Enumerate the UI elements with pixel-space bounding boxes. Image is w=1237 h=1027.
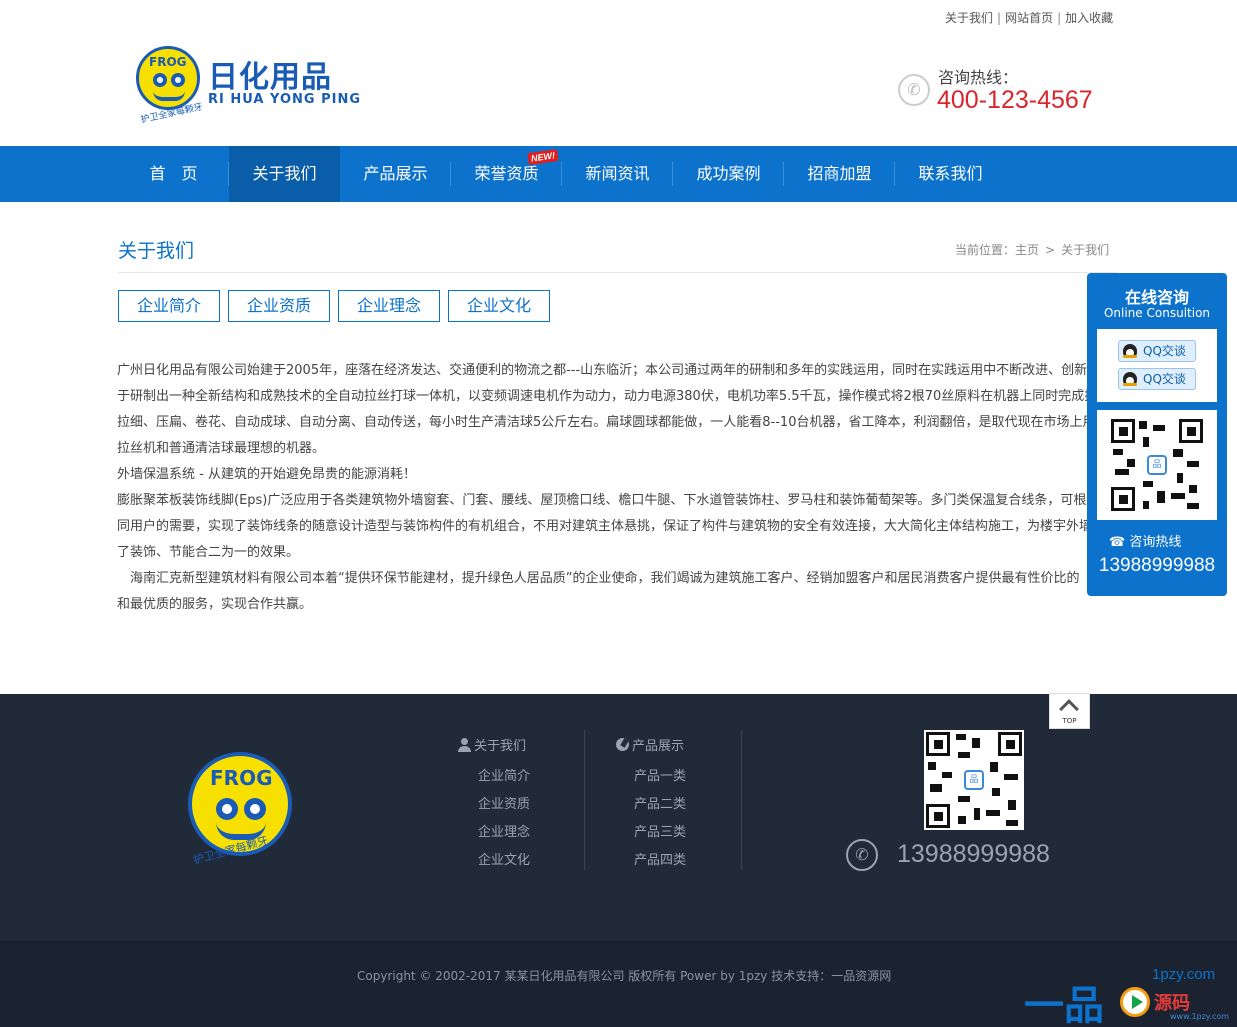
footer-link[interactable]: 企业理念 bbox=[478, 821, 530, 840]
content-line: 拉丝机和普通清洁球最理想的机器。 bbox=[117, 441, 326, 456]
about-content: 广州日化用品有限公司始建于2005年，座落在经济发达、交通便利的物流之都---山… bbox=[117, 358, 1097, 618]
phone-icon: ✆ bbox=[898, 74, 930, 106]
telephone-icon: ☎ bbox=[1109, 535, 1130, 550]
top-links: 关于我们 | 网站首页 | 加入收藏 bbox=[945, 9, 1113, 26]
title-divider bbox=[118, 272, 1118, 273]
content-line: 和最优质的服务，实现合作共赢。 bbox=[117, 597, 313, 612]
watermark-logo: 一品 1pzy.com 源码 www.1pzy.com bbox=[1020, 965, 1230, 1027]
header-hotline: ✆ 咨询热线： 400-123-4567 bbox=[898, 64, 1118, 124]
footer-qr-code-icon: 品 bbox=[924, 730, 1024, 830]
consult-subtitle: Online Consultion bbox=[1103, 306, 1211, 320]
online-consult-panel: 在线咨询 Online Consultion QQ交谈 QQ交谈 品 ☎ 咨询热… bbox=[1087, 273, 1227, 596]
footer-col-heading[interactable]: 关于我们 bbox=[458, 735, 526, 754]
chevron-up-icon bbox=[1059, 699, 1079, 719]
qq-penguin-icon bbox=[1123, 372, 1137, 386]
top-link-separator: | bbox=[1057, 11, 1062, 25]
nav-item-home[interactable]: 首 页 bbox=[118, 146, 229, 202]
qr-code-icon: 品 bbox=[1107, 415, 1207, 515]
footer-link[interactable]: 企业资质 bbox=[478, 793, 530, 812]
footer-logo: FROG 护卫全家每颗牙 bbox=[188, 752, 298, 867]
top-link-about[interactable]: 关于我们 bbox=[945, 11, 993, 25]
breadcrumb-current[interactable]: 关于我们 bbox=[1061, 243, 1109, 257]
play-icon bbox=[1120, 987, 1150, 1017]
breadcrumb-prefix: 当前位置： bbox=[955, 243, 1016, 257]
phone-icon: ✆ bbox=[846, 839, 878, 871]
subtab-philosophy[interactable]: 企业理念 bbox=[338, 290, 440, 322]
main-nav: 首 页 关于我们 产品展示 荣誉资质 新闻资讯 成功案例 招商加盟 联系我们 N… bbox=[0, 146, 1237, 202]
nav-item-news[interactable]: 新闻资讯 bbox=[562, 146, 673, 202]
nav-item-products[interactable]: 产品展示 bbox=[340, 146, 451, 202]
logo-name-en: RI HUA YONG PING bbox=[208, 92, 361, 107]
logo-badge-text: FROG bbox=[149, 55, 187, 69]
consult-qr-box: 品 bbox=[1097, 410, 1217, 520]
footer-col-heading[interactable]: 产品展示 bbox=[616, 735, 684, 754]
content-line: 了装饰、节能合二为一的效果。 bbox=[117, 545, 300, 560]
watermark-big-text: 一品 bbox=[1024, 983, 1104, 1027]
content-line: 海南汇克新型建筑材料有限公司本着“提供环保节能建材，提升绿色人居品质”的企业使命… bbox=[117, 571, 1080, 586]
watermark-small: www.1pzy.com bbox=[1170, 1012, 1230, 1021]
copyright-text: Copyright © 2002-2017 某某日化用品有限公司 版权所有 Po… bbox=[357, 969, 892, 983]
top-link-separator: | bbox=[997, 11, 1002, 25]
footer-link[interactable]: 产品四类 bbox=[634, 849, 686, 868]
content-line: 膨胀聚苯板装饰线脚(Eps)广泛应用于各类建筑物外墙窗套、门套、腰线、屋顶檐口线… bbox=[117, 493, 1087, 508]
nav-item-franchise[interactable]: 招商加盟 bbox=[784, 146, 895, 202]
footer-phone-number: 13988999988 bbox=[897, 840, 1050, 868]
site-logo[interactable]: FROG 护卫全家每颗牙 日化用品 RI HUA YONG PING bbox=[136, 46, 360, 126]
nav-item-about[interactable]: 关于我们 bbox=[229, 146, 340, 202]
content-line: 同用户的需要，实现了装饰线条的随意设计造型与装饰构件的有机组合，不用对建筑主体悬… bbox=[117, 519, 1093, 534]
page-title: 关于我们 bbox=[118, 240, 195, 262]
footer-divider bbox=[584, 730, 585, 870]
top-link-favorite[interactable]: 加入收藏 bbox=[1065, 11, 1113, 25]
qq-chat-button[interactable]: QQ交谈 bbox=[1118, 368, 1196, 390]
footer-col-about: 关于我们 企业简介 企业资质 企业理念 企业文化 bbox=[458, 730, 578, 870]
footer-link[interactable]: 企业简介 bbox=[478, 765, 530, 784]
pie-chart-icon bbox=[616, 738, 629, 751]
footer-link[interactable]: 产品三类 bbox=[634, 821, 686, 840]
qq-penguin-icon bbox=[1123, 344, 1137, 358]
footer-link[interactable]: 产品一类 bbox=[634, 765, 686, 784]
content-line: 于研制出一种全新结构和成熟技术的全自动拉丝打球一体机，以变频调速电机作为动力，动… bbox=[117, 389, 1097, 404]
footer-link[interactable]: 企业文化 bbox=[478, 849, 530, 868]
hotline-number: 400-123-4567 bbox=[937, 86, 1093, 114]
watermark-domain: 1pzy.com bbox=[1152, 966, 1216, 983]
breadcrumb-separator: > bbox=[1045, 243, 1056, 257]
breadcrumb: 当前位置：主页 > 关于我们 bbox=[955, 241, 1109, 258]
top-link-home[interactable]: 网站首页 bbox=[1005, 11, 1053, 25]
frog-logo-icon: FROG bbox=[136, 46, 200, 110]
consult-title: 在线咨询 bbox=[1124, 288, 1189, 307]
consult-hotline-number: 13988999988 bbox=[1098, 555, 1216, 576]
footer-logo-badge-text: FROG bbox=[210, 766, 273, 790]
hotline-label: 咨询热线： bbox=[938, 68, 1019, 87]
footer-link[interactable]: 产品二类 bbox=[634, 793, 686, 812]
content-line: 广州日化用品有限公司始建于2005年，座落在经济发达、交通便利的物流之都---山… bbox=[117, 363, 1088, 378]
qq-box: QQ交谈 QQ交谈 bbox=[1097, 329, 1217, 402]
logo-name-cn: 日化用品 bbox=[208, 60, 332, 95]
qq-chat-button[interactable]: QQ交谈 bbox=[1118, 340, 1196, 362]
nav-item-contact[interactable]: 联系我们 bbox=[895, 146, 1006, 202]
breadcrumb-home[interactable]: 主页 bbox=[1015, 243, 1039, 257]
subtab-intro[interactable]: 企业简介 bbox=[118, 290, 220, 322]
user-icon bbox=[458, 738, 471, 752]
footer-col-products: 产品展示 产品一类 产品二类 产品三类 产品四类 bbox=[616, 730, 736, 870]
back-to-top-button[interactable]: TOP bbox=[1049, 693, 1090, 729]
footer-divider bbox=[741, 730, 742, 870]
back-to-top-label: TOP bbox=[1062, 717, 1077, 725]
consult-hotline-label: ☎ 咨询热线 bbox=[1109, 535, 1182, 550]
content-line: 外墙保温系统 - 从建筑的开始避免昂贵的能源消耗！ bbox=[117, 467, 416, 482]
content-line: 拉细、压扁、卷花、自动成球、自动分离、自动传送，每小时生产清洁球5公斤左右。扁球… bbox=[117, 415, 1096, 430]
subtab-qualification[interactable]: 企业资质 bbox=[228, 290, 330, 322]
subtab-culture[interactable]: 企业文化 bbox=[448, 290, 550, 322]
nav-item-cases[interactable]: 成功案例 bbox=[673, 146, 784, 202]
